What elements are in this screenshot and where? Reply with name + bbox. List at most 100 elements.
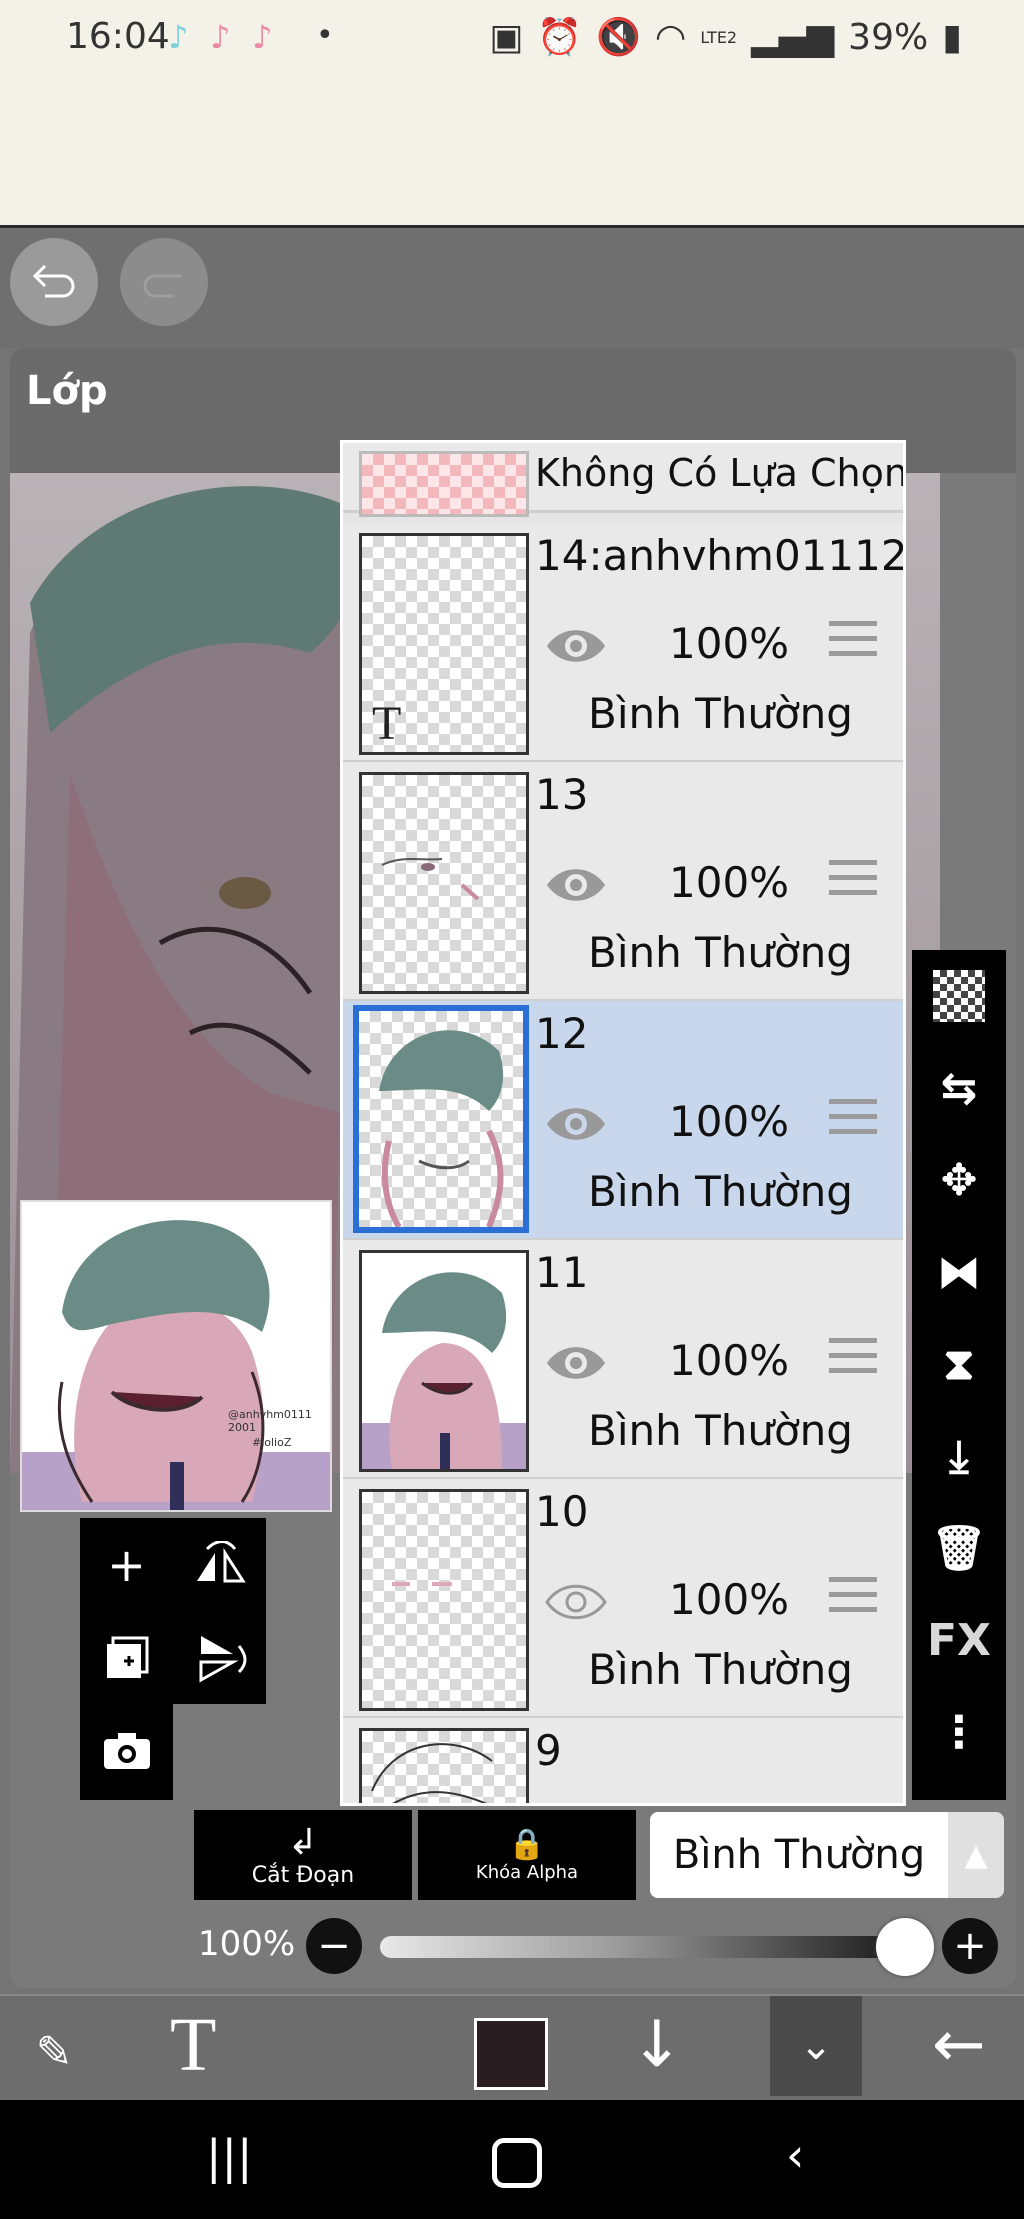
status-dot: • bbox=[316, 18, 334, 53]
blend-mode-dropdown-button[interactable]: ▲ bbox=[948, 1812, 1004, 1898]
opacity-increase-button[interactable]: + bbox=[942, 1918, 998, 1974]
layer-opacity[interactable]: 100% bbox=[669, 619, 789, 668]
flip-horizontal-icon: ⧓ bbox=[937, 1246, 981, 1298]
color-fill bbox=[477, 2021, 545, 2087]
layer-row-selected[interactable]: 12 100% Bình Thường bbox=[343, 1001, 903, 1241]
layer-row[interactable]: 9 bbox=[343, 1718, 903, 1803]
layer-name: 10 bbox=[535, 1487, 589, 1536]
add-layer-button[interactable]: + bbox=[80, 1518, 173, 1611]
visibility-hidden-eye-icon[interactable] bbox=[543, 1569, 609, 1635]
recent-apps-button[interactable]: ||| bbox=[206, 2130, 253, 2184]
download-icon: ⤓ bbox=[949, 1430, 969, 1482]
flip-vertical-tool-button[interactable]: ⧗ bbox=[912, 1318, 1006, 1410]
right-toolbar: ⇆ ✥ ⧓ ⧗ ⤓ 🗑 FX ⋮ bbox=[912, 950, 1006, 1800]
layer-opacity[interactable]: 100% bbox=[669, 1575, 789, 1624]
layer-thumbnail bbox=[359, 1728, 529, 1803]
undo-button[interactable] bbox=[10, 238, 98, 326]
back-button[interactable]: ← bbox=[932, 2008, 986, 2082]
redo-icon bbox=[143, 274, 181, 298]
plus-icon: + bbox=[953, 1923, 987, 1969]
home-button[interactable] bbox=[492, 2138, 542, 2188]
minus-icon: − bbox=[317, 1923, 351, 1969]
duplicate-layer-button[interactable] bbox=[80, 1611, 173, 1704]
battery-level: 39% bbox=[848, 16, 929, 58]
text-tool-button[interactable]: T bbox=[170, 2002, 216, 2089]
layer-blend-mode: Bình Thường bbox=[588, 928, 853, 977]
alarm-icon: ⏰ bbox=[537, 17, 583, 58]
tiktok-icon: ♪ bbox=[252, 18, 273, 56]
layer-row[interactable]: T 14:anhvhm011120 100% Bình Thường bbox=[343, 523, 903, 763]
battery-icon: ▮ bbox=[942, 16, 962, 58]
layer-thumbnail-art bbox=[371, 1743, 493, 1803]
down-arrow-button[interactable]: ↓ bbox=[630, 2008, 684, 2082]
alpha-lock-button[interactable]: 🔒 Khóa Alpha bbox=[418, 1810, 636, 1900]
double-chevron-down-icon: ⌄ bbox=[799, 2023, 833, 2069]
wifi-icon: ◠ bbox=[654, 16, 687, 58]
preview-image bbox=[22, 1220, 330, 1510]
drag-handle-icon[interactable] bbox=[829, 1577, 877, 1619]
blend-mode-select[interactable]: Bình Thường bbox=[650, 1812, 948, 1898]
move-button[interactable]: ✥ bbox=[912, 1134, 1006, 1226]
signal-icon: ▂▄▆ bbox=[751, 16, 835, 58]
chevron-left-icon: ‹ bbox=[786, 2128, 805, 2182]
visibility-eye-icon[interactable] bbox=[543, 613, 609, 679]
layer-row[interactable]: 10 100% Bình Thường bbox=[343, 1479, 903, 1719]
layer-name: 12 bbox=[535, 1009, 589, 1058]
drag-handle-icon[interactable] bbox=[829, 621, 877, 663]
fx-button[interactable]: FX bbox=[912, 1594, 1006, 1686]
more-button[interactable]: ⋮ bbox=[912, 1686, 1006, 1778]
layer-opacity[interactable]: 100% bbox=[669, 1336, 789, 1385]
brush-eraser-toggle[interactable]: ✎ bbox=[16, 2014, 92, 2090]
layer-name: 11 bbox=[535, 1248, 589, 1297]
opacity-label: 100% bbox=[198, 1924, 296, 1964]
redo-button[interactable] bbox=[120, 238, 208, 326]
transparency-button[interactable] bbox=[912, 950, 1006, 1042]
merge-down-button[interactable]: ⤓ bbox=[912, 1410, 1006, 1502]
layer-swap-button[interactable]: ⇆ bbox=[912, 1042, 1006, 1134]
flip-vertical-button[interactable] bbox=[173, 1611, 266, 1704]
layers-panel-toggle[interactable]: ⌄ bbox=[770, 1996, 862, 2096]
opacity-slider[interactable] bbox=[380, 1936, 900, 1958]
delete-layer-button[interactable]: 🗑 bbox=[912, 1502, 1006, 1594]
layer-name: 13 bbox=[535, 770, 589, 819]
layer-thumbnail-art bbox=[362, 1272, 526, 1469]
drag-handle-icon[interactable] bbox=[829, 1099, 877, 1141]
status-time: 16:04 bbox=[66, 16, 170, 57]
checkerboard-icon bbox=[933, 970, 985, 1022]
layer-opacity[interactable]: 100% bbox=[669, 1097, 789, 1146]
preview-watermark-tag: #lolioZ bbox=[252, 1436, 292, 1449]
opacity-slider-handle[interactable] bbox=[876, 1918, 934, 1976]
layer-opacity[interactable]: 100% bbox=[669, 858, 789, 907]
arrow-left-icon: ← bbox=[932, 2008, 986, 2082]
layer-thumbnail: T bbox=[359, 533, 529, 755]
clipping-label: Cắt Đoạn bbox=[251, 1863, 355, 1888]
layer-row[interactable]: 13 100% Bình Thường bbox=[343, 762, 903, 1002]
duplicate-icon bbox=[106, 1636, 148, 1678]
layer-list[interactable]: Không Có Lựa Chọn T 14:anhvhm011120 100%… bbox=[340, 440, 906, 1806]
mute-icon: 🔇 bbox=[596, 17, 641, 58]
camera-button[interactable] bbox=[80, 1704, 173, 1797]
camera-icon bbox=[103, 1732, 150, 1769]
visibility-eye-icon[interactable] bbox=[543, 852, 609, 918]
layer-blend-mode: Bình Thường bbox=[588, 1406, 853, 1455]
alpha-lock-label: Khóa Alpha bbox=[475, 1862, 579, 1883]
layer-thumbnail bbox=[353, 1005, 529, 1233]
system-back-button[interactable]: ‹ bbox=[786, 2128, 804, 2182]
current-color-swatch[interactable] bbox=[474, 2018, 548, 2090]
visibility-eye-icon[interactable] bbox=[543, 1091, 609, 1157]
layer-blend-mode: Bình Thường bbox=[588, 689, 853, 738]
layer-thumbnail bbox=[359, 772, 529, 994]
layer-row[interactable]: 11 100% Bình Thường bbox=[343, 1240, 903, 1480]
plus-icon: + bbox=[107, 1537, 146, 1592]
panel-title: Lớp bbox=[26, 368, 108, 414]
clipping-button[interactable]: ↲ Cắt Đoạn bbox=[194, 1810, 412, 1900]
visibility-eye-icon[interactable] bbox=[543, 1330, 609, 1396]
no-selection-row[interactable]: Không Có Lựa Chọn bbox=[343, 443, 903, 517]
flip-horizontal-tool-button[interactable]: ⧓ bbox=[912, 1226, 1006, 1318]
layer-actions-extra bbox=[80, 1704, 173, 1800]
bottom-toolbar: ✎ T ↓ ⌄ ← bbox=[0, 1994, 1024, 2102]
flip-horizontal-button[interactable] bbox=[173, 1518, 266, 1611]
opacity-decrease-button[interactable]: − bbox=[306, 1918, 362, 1974]
drag-handle-icon[interactable] bbox=[829, 860, 877, 902]
drag-handle-icon[interactable] bbox=[829, 1338, 877, 1380]
